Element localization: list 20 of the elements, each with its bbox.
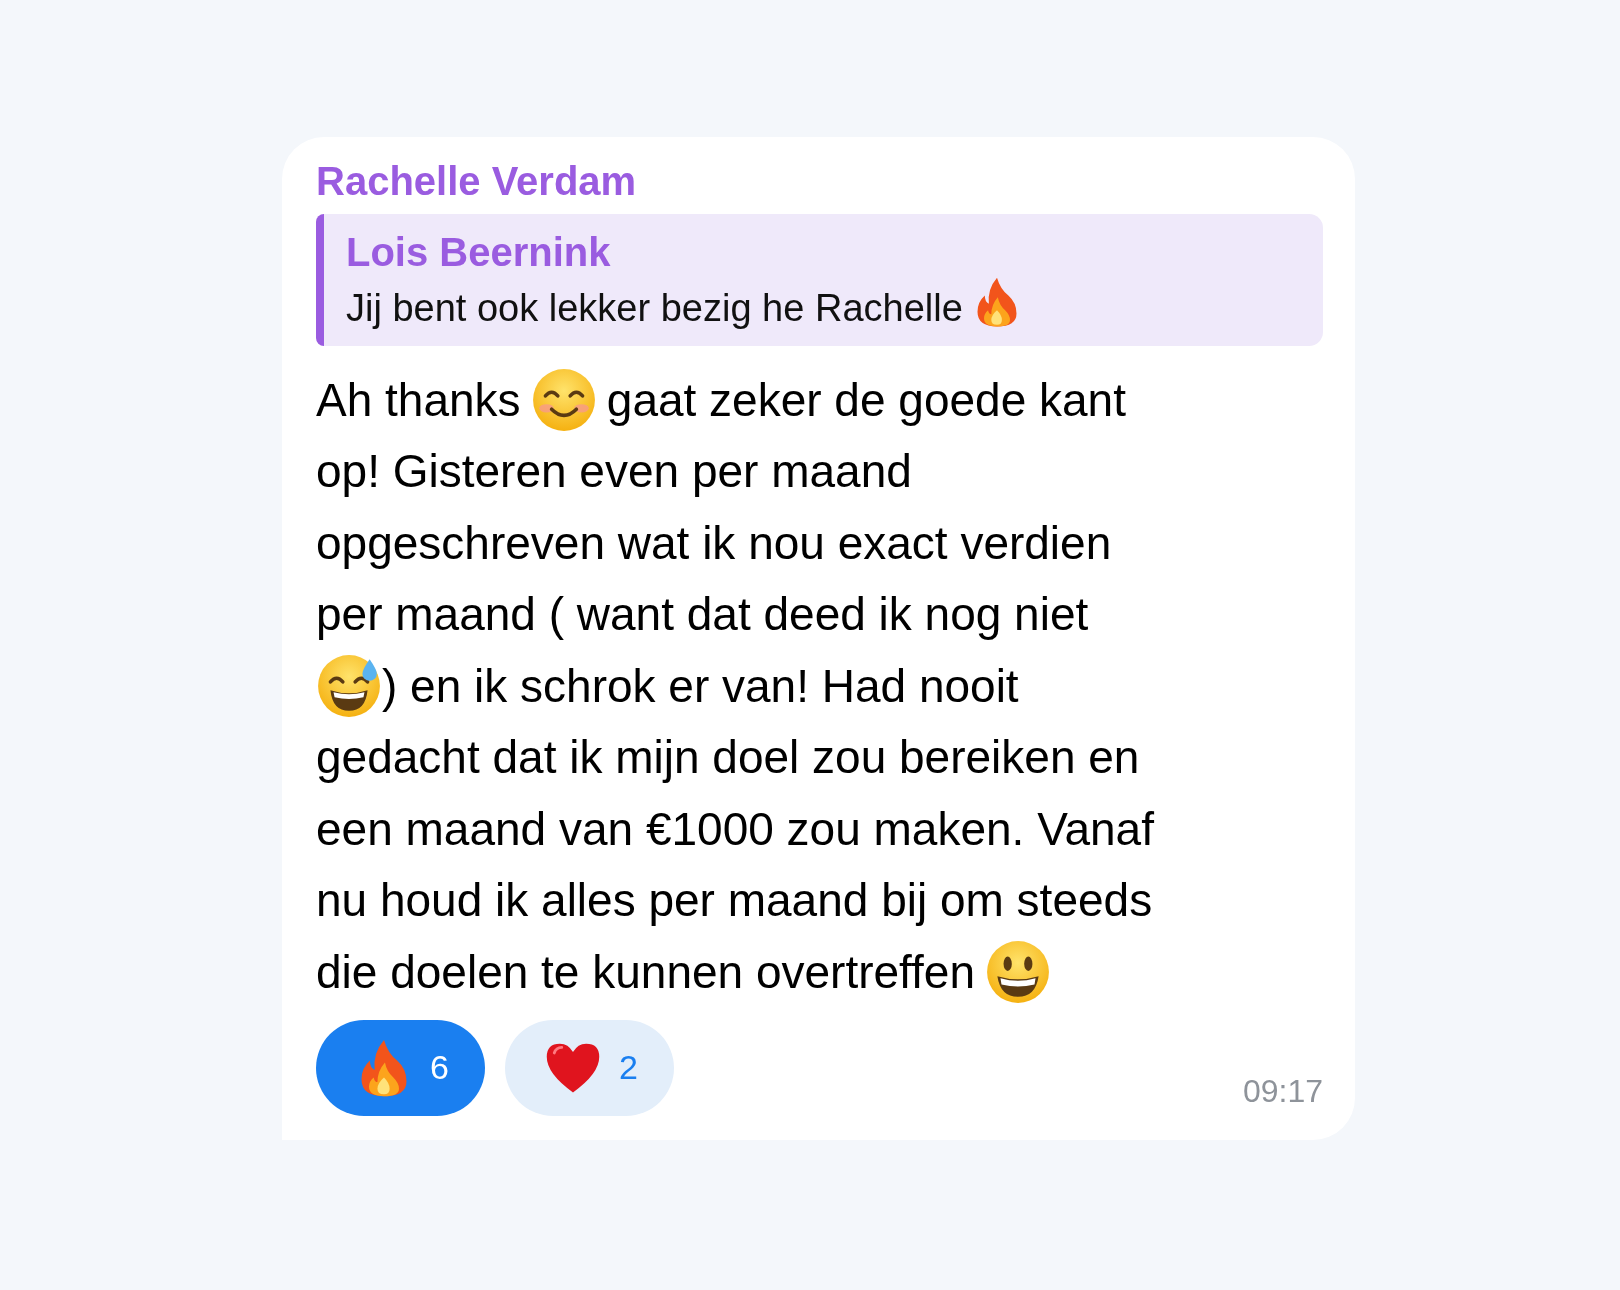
message-text: per maand ( want dat deed ik nog niet <box>316 587 1089 642</box>
message-text: gedacht dat ik mijn doel zou bereiken en <box>316 730 1140 785</box>
message-text: Ah thanks <box>316 372 521 427</box>
smiley-face-icon <box>985 938 1052 1005</box>
quote-text: Jij bent ook lekker bezig he Rachelle <box>346 287 963 330</box>
smiling-face-icon <box>530 366 597 433</box>
message-text: een maand van €1000 zou maken. Vanaf <box>316 801 1154 856</box>
quote-author: Lois Beernink <box>346 229 612 276</box>
message-text: ) en ik schrok er van! Had nooit <box>382 658 1019 713</box>
message-text: die doelen te kunnen overtreffen <box>316 944 975 999</box>
sender-name: Rachelle Verdam <box>316 159 638 204</box>
reaction-button[interactable]: 6 <box>316 1019 485 1116</box>
message-time: 09:17 <box>1242 1072 1323 1111</box>
message-text: opgeschreven wat ik nou exact verdien <box>316 515 1112 570</box>
message-text: op! Gisteren even per maand <box>316 444 912 499</box>
reaction-button[interactable]: 2 <box>504 1019 674 1116</box>
message-text: gaat zeker de goede kant <box>606 372 1126 427</box>
sweat-smile-icon <box>316 652 382 719</box>
message-text: nu houd ik alles per maand bij om steeds <box>316 873 1153 928</box>
reply-quote[interactable]: Lois Beernink Jij bent ook lekker bezig he Rachelle <box>316 214 1323 347</box>
